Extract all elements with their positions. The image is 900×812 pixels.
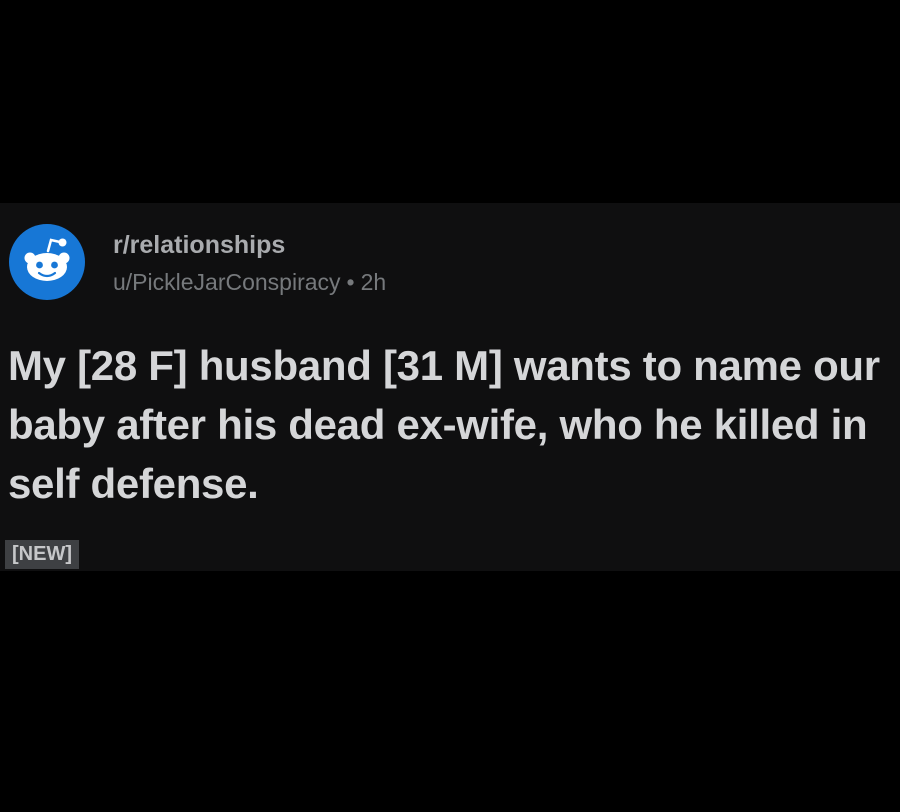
- post-flair: [NEW]: [5, 540, 79, 569]
- subreddit-link[interactable]: r/relationships: [113, 229, 386, 261]
- post-age: 2h: [360, 269, 387, 295]
- author-link[interactable]: u/PickleJarConspiracy: [113, 269, 341, 295]
- author-line: u/PickleJarConspiracy • 2h: [113, 267, 386, 297]
- reddit-snoo-icon: [9, 224, 85, 300]
- meta-separator: •: [346, 269, 355, 295]
- subreddit-avatar[interactable]: [8, 223, 86, 301]
- post-title[interactable]: My [28 F] husband [31 M] wants to name o…: [8, 336, 893, 513]
- post-meta: r/relationships u/PickleJarConspiracy • 2h: [113, 229, 386, 297]
- post-card[interactable]: r/relationships u/PickleJarConspiracy • 2h…: [0, 203, 900, 571]
